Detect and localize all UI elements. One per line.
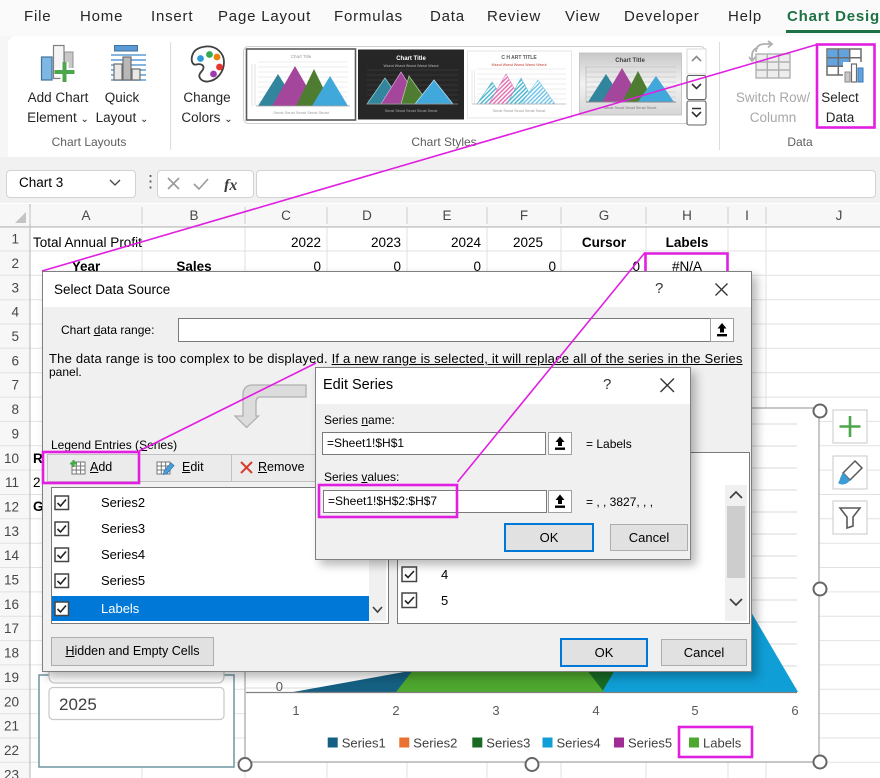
- svg-text:Seust Seust Seust Seust Se: Seust Seust Seust Seust Seust: [273, 110, 329, 115]
- svg-text:5: 5: [11, 329, 19, 344]
- svg-text:Wseut Wseut Wseut Wseut Ws: Wseut Wseut Wseut Wseut Wseut: [492, 63, 547, 67]
- svg-text:I: I: [745, 208, 749, 223]
- svg-text:15: 15: [4, 573, 19, 588]
- svg-text:Chart Title: Chart Title: [396, 56, 426, 62]
- svg-text:2024: 2024: [451, 235, 482, 250]
- svg-text:11: 11: [5, 475, 19, 490]
- svg-text:4: 4: [592, 703, 599, 718]
- svg-text:2025: 2025: [59, 695, 97, 714]
- svg-text:J: J: [836, 208, 843, 223]
- svg-text:G: G: [599, 208, 610, 223]
- svg-text:B: B: [189, 208, 198, 223]
- svg-text:2025: 2025: [513, 235, 543, 250]
- svg-text:A: A: [81, 208, 90, 223]
- svg-text:C: C: [281, 208, 291, 223]
- svg-text:Seust Seust Seust Seust Se: Seust Seust Seust Seust Seust: [385, 109, 439, 113]
- svg-text:2023: 2023: [371, 235, 401, 250]
- svg-text:5: 5: [691, 703, 698, 718]
- svg-text:13: 13: [4, 524, 19, 539]
- svg-text:Series4: Series4: [557, 736, 601, 751]
- svg-text:20: 20: [4, 694, 19, 709]
- svg-text:fx: fx: [224, 177, 237, 192]
- svg-text:19: 19: [4, 670, 19, 685]
- svg-text:6: 6: [11, 353, 19, 368]
- svg-text:Series2: Series2: [413, 736, 457, 751]
- svg-text:3: 3: [492, 703, 499, 718]
- svg-text:Series1: Series1: [342, 736, 386, 751]
- svg-text:H: H: [682, 208, 692, 223]
- svg-text:F: F: [520, 208, 528, 223]
- svg-text:Total Annual Profit: Total Annual Profit: [33, 235, 142, 250]
- svg-text:2: 2: [392, 703, 399, 718]
- svg-text:Seust Seust Seust Seust Se: Seust Seust Seust Seust Seust: [604, 106, 658, 110]
- svg-text:C H ART TITLE: C H ART TITLE: [501, 55, 537, 61]
- svg-text:21: 21: [4, 719, 19, 734]
- svg-text:E: E: [442, 208, 451, 223]
- svg-text:14: 14: [4, 548, 20, 563]
- svg-text:Chart Title: Chart Title: [615, 58, 645, 64]
- svg-text:23: 23: [4, 767, 19, 778]
- svg-text:Seust Seust Seust Seust Se: Seust Seust Seust Seust Seust: [493, 109, 547, 113]
- svg-text:Labels: Labels: [666, 235, 709, 250]
- svg-text:3: 3: [11, 280, 19, 295]
- svg-text:Wseut Wseut Wseut Wseut Ws: Wseut Wseut Wseut Wseut Wseut: [384, 64, 439, 68]
- svg-text:6: 6: [791, 703, 798, 718]
- svg-text:D: D: [362, 208, 372, 223]
- svg-text:Series5: Series5: [628, 736, 672, 751]
- svg-text:8: 8: [11, 402, 19, 417]
- svg-text:9: 9: [11, 426, 19, 441]
- svg-text:Chart Title: Chart Title: [291, 54, 312, 59]
- svg-text:17: 17: [4, 621, 19, 636]
- svg-text:10: 10: [4, 451, 19, 466]
- svg-text:Series3: Series3: [486, 736, 530, 751]
- svg-text:16: 16: [4, 597, 19, 612]
- svg-text:2: 2: [33, 475, 41, 490]
- svg-text:4: 4: [11, 305, 19, 320]
- svg-text:1: 1: [292, 703, 299, 718]
- svg-text:2022: 2022: [291, 235, 321, 250]
- svg-text:22: 22: [4, 743, 19, 758]
- svg-text:7: 7: [11, 378, 19, 393]
- svg-text:Labels: Labels: [703, 736, 742, 751]
- svg-text:12: 12: [4, 500, 19, 515]
- svg-text:1: 1: [11, 232, 19, 247]
- svg-text:2: 2: [11, 256, 19, 271]
- svg-text:18: 18: [4, 646, 19, 661]
- svg-text:0: 0: [276, 679, 283, 694]
- svg-text:Cursor: Cursor: [582, 235, 627, 250]
